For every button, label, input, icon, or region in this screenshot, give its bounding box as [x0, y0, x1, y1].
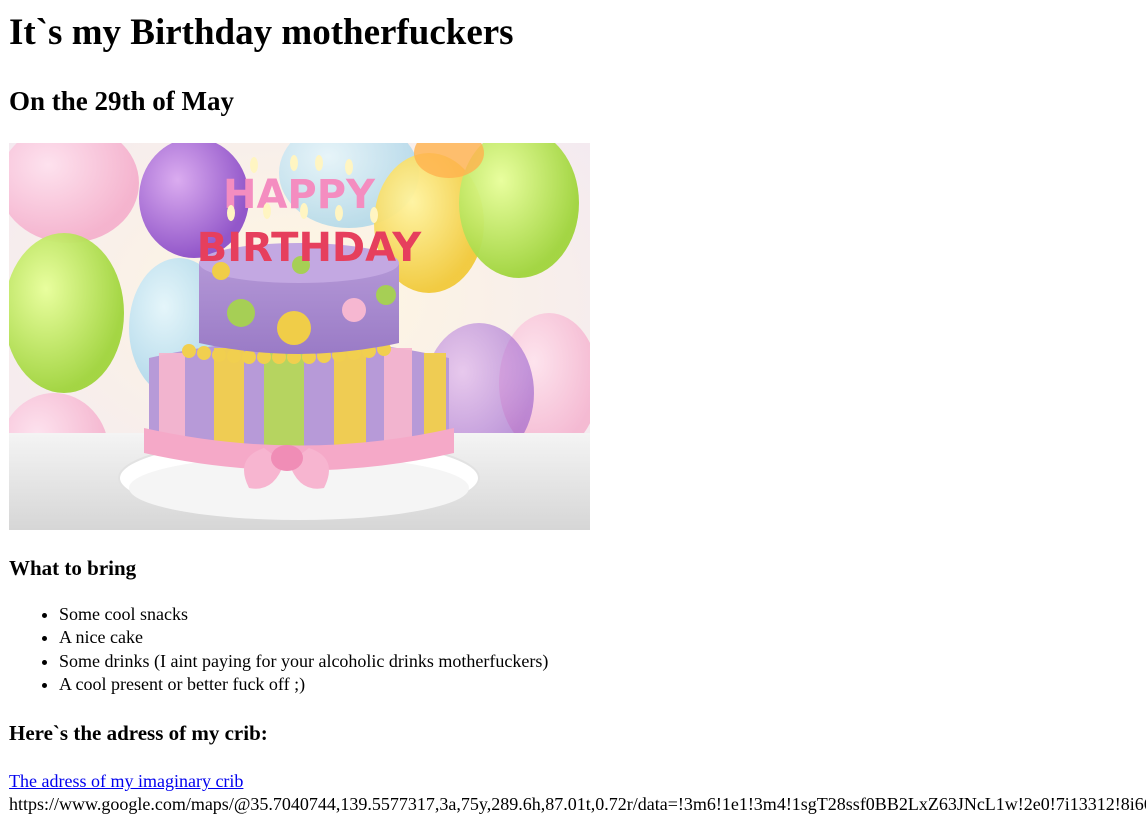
address-map-link[interactable]: The adress of my imaginary crib — [9, 769, 243, 793]
birthday-cake-illustration: HAPPY BIRTHDAY — [9, 143, 590, 530]
list-item: A nice cake — [59, 626, 548, 649]
birthday-cake-image: HAPPY BIRTHDAY — [9, 143, 590, 530]
list-item: Some drinks (I aint paying for your alco… — [59, 650, 548, 673]
page-title: It`s my Birthday motherfuckers — [9, 12, 514, 53]
list-item: Some cool snacks — [59, 603, 548, 626]
cake-letters-birthday: BIRTHDAY — [197, 225, 422, 271]
cake-letters-happy: HAPPY — [223, 172, 376, 218]
list-item: A cool present or better fuck off ;) — [59, 673, 548, 696]
address-url-text: https://www.google.com/maps/@35.7040744,… — [9, 794, 1146, 814]
bring-list: Some cool snacks A nice cake Some drinks… — [9, 603, 548, 696]
address-heading: Here`s the adress of my crib: — [9, 721, 268, 745]
page-subtitle: On the 29th of May — [9, 86, 234, 116]
what-to-bring-heading: What to bring — [9, 556, 137, 580]
